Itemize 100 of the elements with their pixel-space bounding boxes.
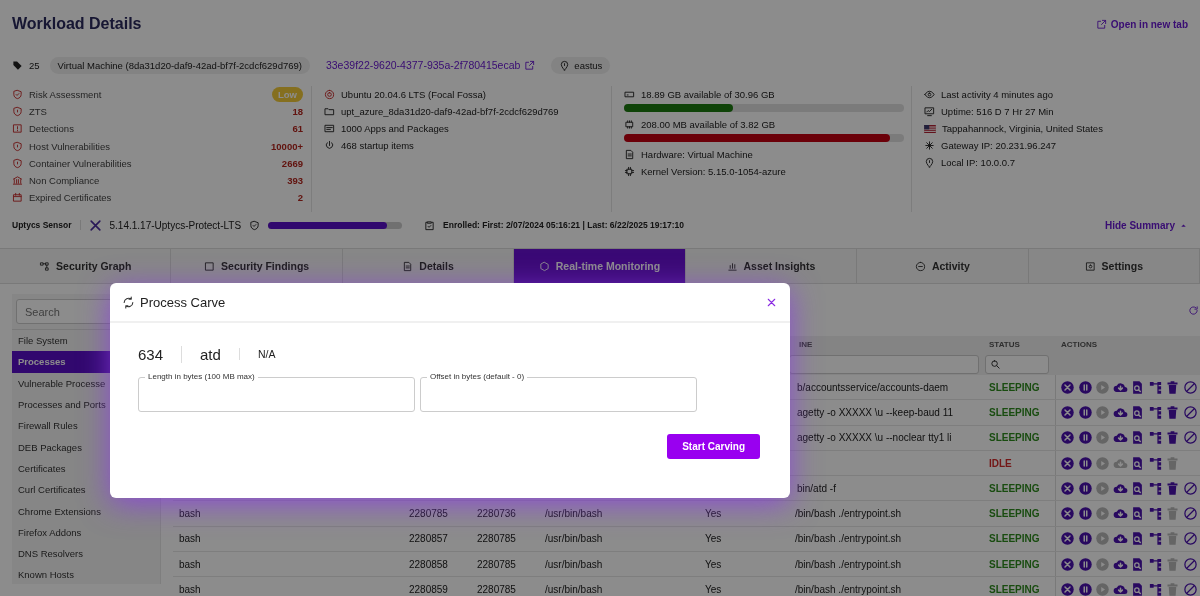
sensor-label: Uptycs Sensor (12, 220, 81, 230)
tab[interactable]: Real-time Monitoring (514, 249, 686, 283)
filter-field[interactable] (985, 354, 1049, 374)
table-cell-text: bash (178, 533, 202, 545)
hierarchy-icon[interactable] (1147, 404, 1163, 420)
document-search-icon[interactable] (1130, 455, 1145, 471)
tab[interactable]: Security Graph (0, 249, 172, 283)
calendar-icon (12, 192, 23, 204)
pause-icon[interactable] (1077, 430, 1093, 446)
tab[interactable]: Settings (1028, 249, 1200, 283)
tab[interactable]: Security Findings (171, 249, 343, 283)
table-cell-text: b/accountsservice/accounts-daem (796, 381, 950, 393)
hierarchy-icon[interactable] (1147, 556, 1163, 572)
activity-info: Gateway IP: 20.231.96.247 (941, 140, 1057, 151)
close-circle-icon[interactable] (1060, 430, 1075, 446)
document-search-icon[interactable] (1130, 556, 1145, 572)
trash-icon[interactable] (1165, 379, 1180, 395)
sidebar-item[interactable]: Chrome Extensions (12, 500, 160, 522)
document-search-icon[interactable] (1130, 506, 1145, 522)
hierarchy-icon[interactable] (1147, 480, 1163, 496)
open-new-tab-link[interactable]: Open in new tab (1095, 18, 1188, 30)
document-search-icon[interactable] (1130, 404, 1145, 420)
sidebar-item[interactable]: Known Hosts (12, 564, 160, 586)
hierarchy-icon[interactable] (1147, 379, 1163, 395)
tab[interactable]: Asset Insights (685, 249, 858, 283)
square-icon (204, 260, 216, 272)
tab[interactable]: Details (342, 249, 515, 283)
refresh-icon[interactable] (1188, 304, 1199, 316)
hardware-info: Kernel Version: 5.15.0-1054-azure (641, 166, 786, 177)
document-search-icon[interactable] (1130, 531, 1145, 547)
activity-info: Local IP: 10.0.0.7 (941, 157, 1015, 168)
close-circle-icon[interactable] (1060, 556, 1075, 572)
table-cell-text: /bin/bash ./entrypoint.sh (794, 584, 903, 595)
activity-info: Tappahannock, Virginia, United States (942, 123, 1103, 134)
pause-icon[interactable] (1077, 404, 1093, 420)
document-search-icon[interactable] (1130, 379, 1145, 395)
network-icon (924, 140, 935, 151)
pause-icon[interactable] (1077, 556, 1093, 572)
trash-icon[interactable] (1165, 480, 1180, 496)
table-cell-text: 2280857 (408, 533, 449, 545)
location-icon (924, 157, 935, 168)
start-carving-button[interactable]: Start Carving (667, 434, 760, 459)
close-circle-icon[interactable] (1060, 506, 1075, 522)
status-text: SLEEPING (988, 584, 1041, 595)
metric-label: Expired Certificates (29, 192, 113, 204)
hierarchy-icon[interactable] (1147, 430, 1163, 446)
column-header: INE (798, 340, 814, 349)
close-circle-icon[interactable] (1060, 404, 1075, 420)
trash-icon[interactable] (1165, 404, 1180, 420)
close-circle-icon[interactable] (1060, 455, 1075, 471)
table-cell-text: /bin/bash ./entrypoint.sh (794, 533, 903, 545)
hierarchy-icon[interactable] (1147, 582, 1163, 596)
metric-value: 393 (287, 175, 303, 187)
sidebar-item[interactable]: DNS Resolvers (12, 542, 160, 565)
pause-icon[interactable] (1077, 379, 1093, 395)
block-icon[interactable] (1182, 531, 1198, 547)
bar-chart-icon (726, 260, 738, 272)
field-label: Length in bytes (100 MB max) (145, 372, 258, 381)
eye-icon (924, 89, 935, 100)
document-search-icon[interactable] (1130, 430, 1145, 446)
sensor-logo-icon (88, 218, 102, 232)
block-icon[interactable] (1182, 556, 1198, 572)
status-text: SLEEPING (988, 482, 1041, 494)
instance-link[interactable]: 33e39f22-9620-4377-935a-2f780415ecab (325, 59, 536, 71)
block-icon[interactable] (1182, 480, 1198, 496)
resource-usage: 18.89 GB available of 30.96 GB (641, 89, 775, 100)
hierarchy-icon[interactable] (1147, 455, 1163, 471)
pause-icon[interactable] (1077, 582, 1093, 596)
pause-icon[interactable] (1077, 506, 1093, 522)
document-search-icon[interactable] (1130, 480, 1145, 496)
block-icon[interactable] (1182, 582, 1198, 596)
block-icon[interactable] (1182, 430, 1198, 446)
pause-icon[interactable] (1077, 455, 1093, 471)
close-circle-icon[interactable] (1060, 379, 1075, 395)
close-circle-icon[interactable] (1060, 531, 1075, 547)
pause-icon[interactable] (1077, 480, 1093, 496)
filter-field[interactable] (789, 354, 979, 374)
close-circle-icon[interactable] (1060, 480, 1075, 496)
tab[interactable]: Activity (857, 249, 1029, 283)
table-cell-text: /usr/bin/bash (544, 533, 604, 545)
hide-summary-link[interactable]: Hide Summary (1104, 219, 1188, 231)
metric-value: 2 (297, 192, 303, 204)
table-cell-text: 2280785 (476, 533, 517, 545)
hierarchy-icon[interactable] (1147, 506, 1163, 522)
hierarchy-icon[interactable] (1147, 531, 1163, 547)
pause-icon[interactable] (1077, 531, 1093, 547)
block-icon[interactable] (1182, 404, 1198, 420)
block-icon[interactable] (1182, 506, 1198, 522)
shield-check-icon (249, 219, 261, 231)
block-icon[interactable] (1182, 379, 1198, 395)
sidebar-item[interactable]: Firefox Addons (12, 521, 160, 543)
close-circle-icon[interactable] (1060, 582, 1075, 596)
metric-label: Container Vulnerabilities (29, 157, 133, 169)
table-cell-text: /usr/bin/bash (544, 558, 604, 570)
enrollment-info: Enrolled: First: 2/07/2024 05:16:21 | Last: 6/22/2025 19:17:10 (443, 220, 686, 230)
risk-badge: Low (272, 87, 303, 103)
cloud-download-icon[interactable] (1112, 582, 1128, 596)
document-search-icon[interactable] (1130, 582, 1145, 596)
trash-icon[interactable] (1165, 430, 1180, 446)
region-chip: eastus (551, 56, 611, 74)
